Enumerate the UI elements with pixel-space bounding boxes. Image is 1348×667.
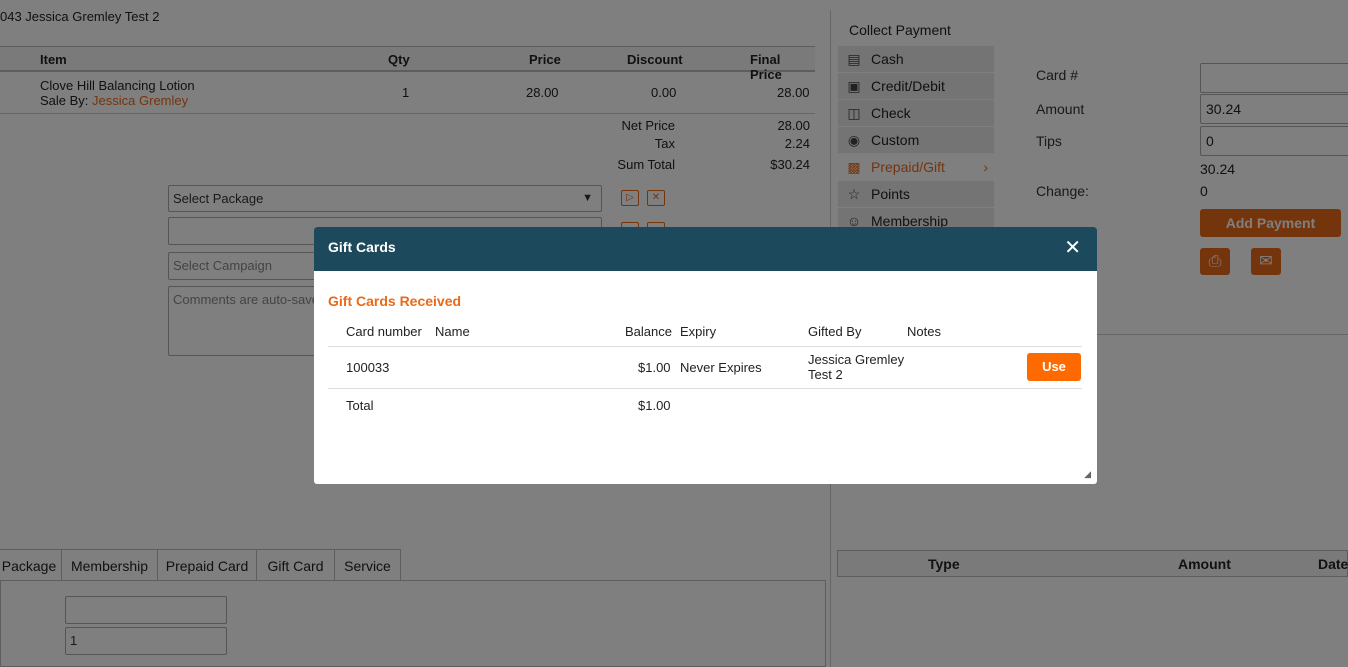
card-balance: $1.00 [638, 360, 671, 375]
card-number: 100033 [346, 360, 390, 375]
table-row: 100033 $1.00 Never Expires Jessica Greml… [328, 347, 1082, 389]
col-expiry: Expiry [680, 324, 717, 339]
gifted-by-line1: Jessica Gremley [808, 352, 905, 367]
col-balance: Balance [625, 324, 672, 339]
gifted-by-line2: Test 2 [808, 367, 843, 382]
gift-cards-total-row: Total $1.00 [328, 389, 1082, 421]
gift-cards-modal: Gift Cards ✕ Gift Cards Received Card nu… [314, 227, 1097, 484]
close-icon[interactable]: ✕ [1064, 237, 1081, 259]
col-notes: Notes [907, 324, 941, 339]
col-name: Name [435, 324, 470, 339]
resize-handle-icon[interactable]: ◢ [1084, 469, 1091, 480]
modal-header: Gift Cards ✕ [314, 227, 1097, 271]
total-value: $1.00 [638, 398, 671, 413]
use-button[interactable]: Use [1027, 353, 1081, 381]
card-expiry: Never Expires [680, 360, 762, 375]
section-title: Gift Cards Received [328, 293, 462, 309]
col-gifted-by: Gifted By [808, 324, 862, 339]
gift-cards-table-header: Card number Name Balance Expiry Gifted B… [328, 323, 1082, 347]
total-label: Total [346, 398, 374, 413]
col-card-number: Card number [346, 324, 422, 339]
modal-title: Gift Cards [328, 239, 396, 255]
